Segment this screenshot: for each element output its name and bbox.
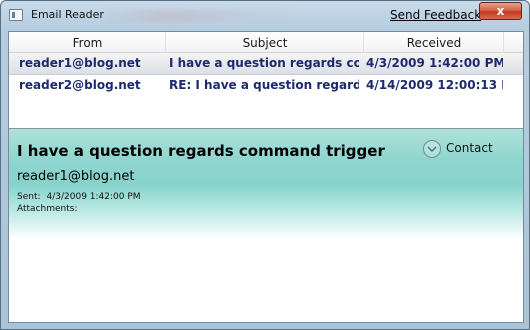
- column-header-received[interactable]: Received: [364, 36, 504, 50]
- column-divider[interactable]: [503, 32, 504, 53]
- attachments-info: Attachments:: [17, 204, 77, 214]
- email-subject-heading: I have a question regards command trigge…: [17, 142, 385, 160]
- window-title: Email Reader: [31, 8, 104, 21]
- email-subject: I have a question regards command trigge…: [169, 56, 359, 70]
- email-details-panel: I have a question regards command trigge…: [9, 129, 523, 322]
- email-sender: reader1@blog.net: [17, 169, 135, 184]
- email-subject: RE: I have a question regards command tr…: [169, 78, 359, 92]
- chevron-down-icon[interactable]: [423, 140, 441, 158]
- contact-label: Contact: [446, 141, 493, 155]
- close-icon: x: [496, 4, 505, 18]
- title-bar-blur: [101, 10, 301, 22]
- email-row[interactable]: reader2@blog.net RE: I have a question r…: [9, 75, 523, 97]
- close-button[interactable]: x: [479, 2, 522, 20]
- client-area: From Subject Received reader1@blog.net I…: [8, 31, 524, 323]
- email-reader-window: Email Reader Send Feedback x From Subjec…: [0, 0, 530, 330]
- email-from: reader2@blog.net: [19, 78, 141, 92]
- attachments-label: Attachments:: [17, 204, 78, 214]
- email-from: reader1@blog.net: [19, 56, 141, 70]
- sent-label: Sent:: [17, 192, 41, 202]
- sent-value: 4/3/2009 1:42:00 PM: [46, 192, 141, 202]
- email-received: 4/3/2009 1:42:00 PM: [366, 56, 503, 70]
- send-feedback-link[interactable]: Send Feedback: [390, 8, 481, 22]
- column-header-subject[interactable]: Subject: [166, 36, 364, 50]
- email-received: 4/14/2009 12:00:13 PM: [366, 78, 503, 92]
- email-list-header: From Subject Received: [9, 32, 523, 53]
- column-header-from[interactable]: From: [9, 36, 166, 50]
- sent-info: Sent: 4/3/2009 1:42:00 PM: [17, 192, 141, 202]
- title-bar[interactable]: Email Reader Send Feedback x: [1, 1, 529, 29]
- email-list: From Subject Received reader1@blog.net I…: [9, 32, 523, 129]
- email-row[interactable]: reader1@blog.net I have a question regar…: [9, 53, 523, 75]
- app-icon[interactable]: [9, 9, 23, 21]
